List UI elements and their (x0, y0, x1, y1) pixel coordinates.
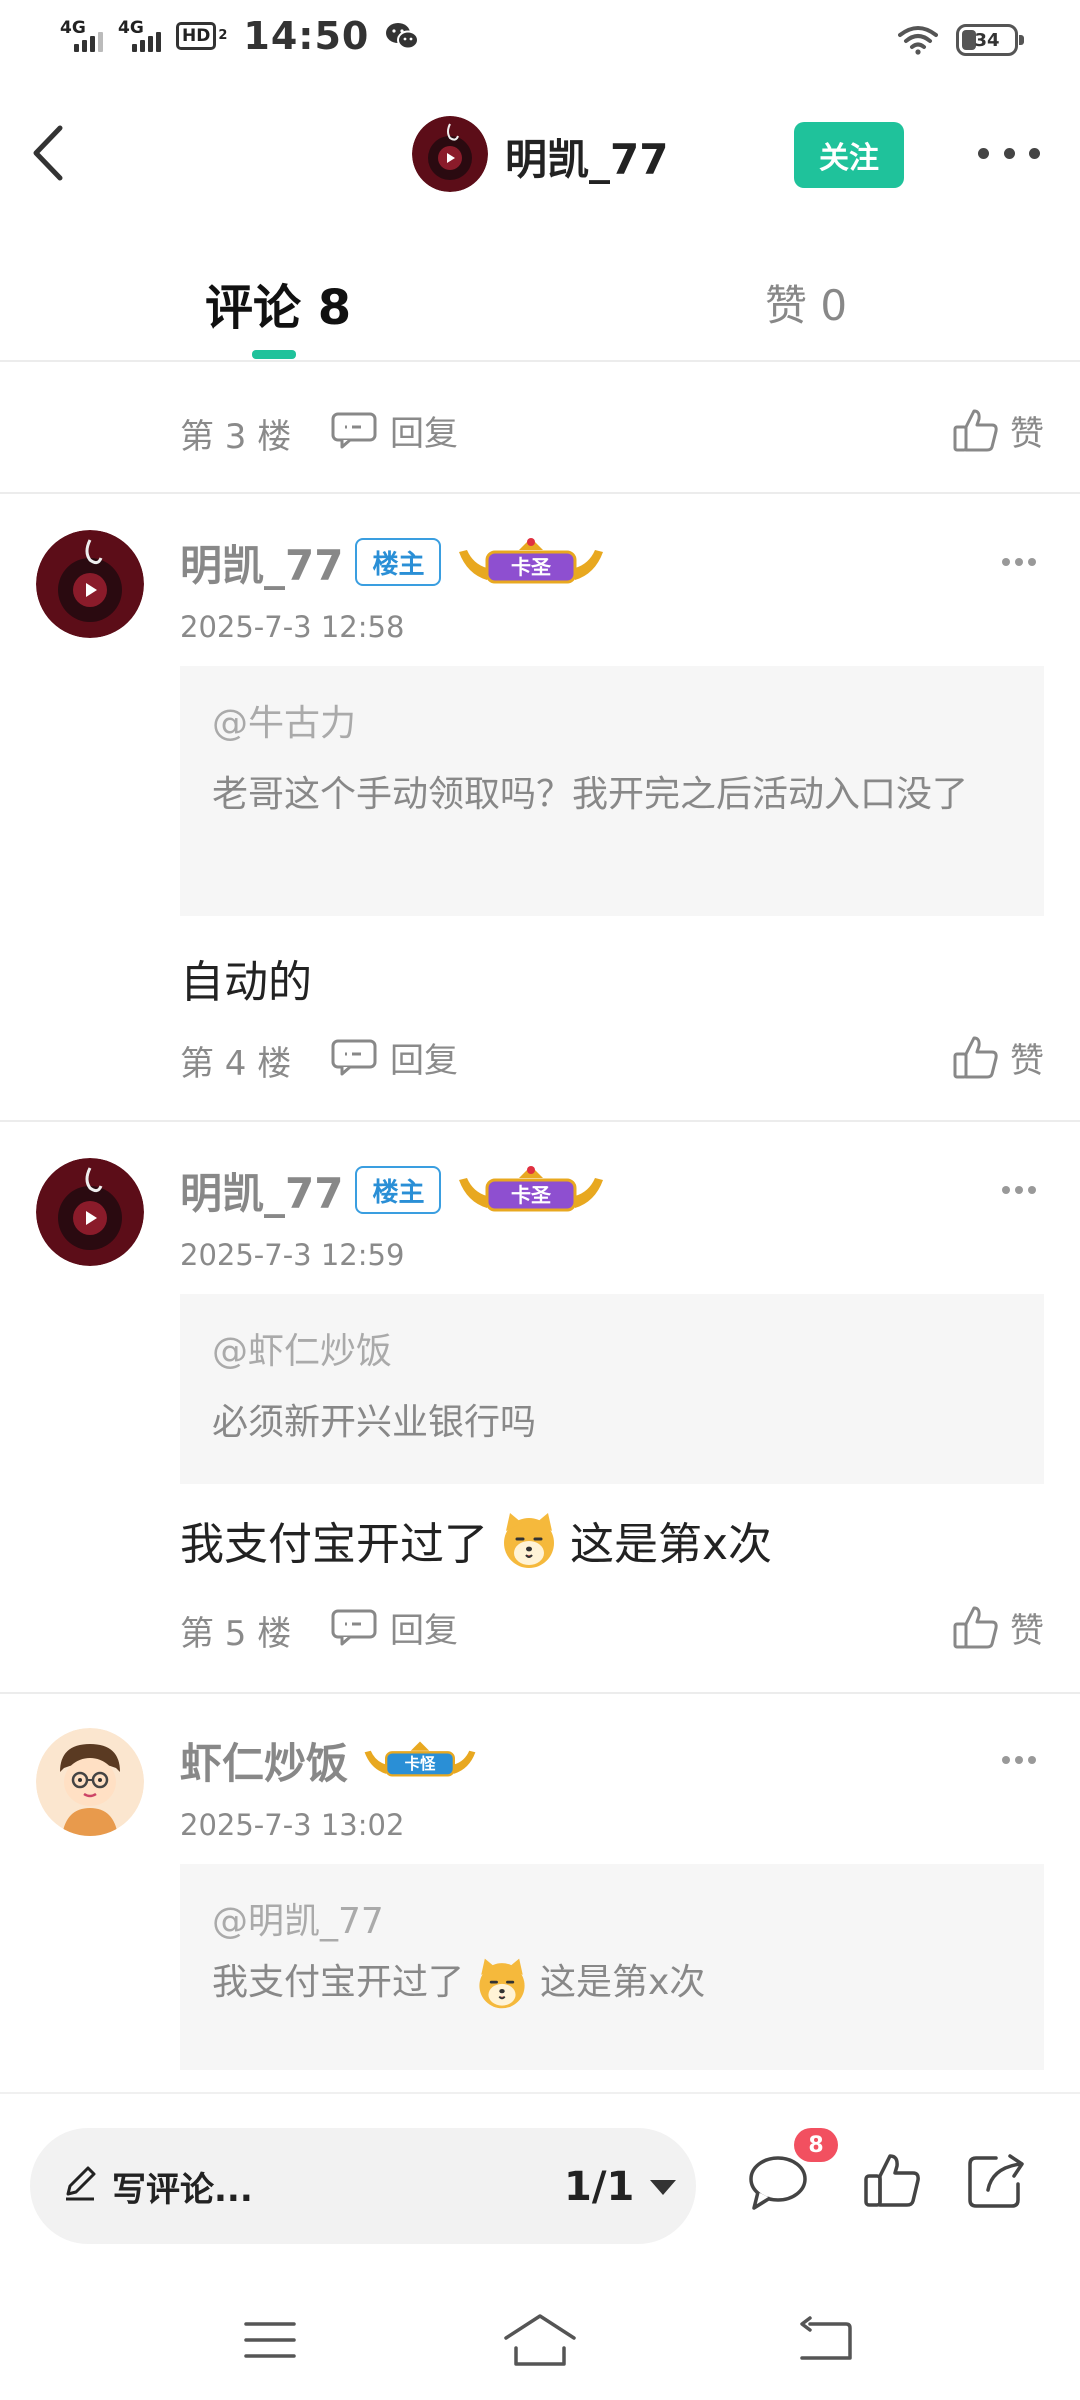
rank-badge: 卡怪 (364, 1741, 476, 1777)
tab-indicator (252, 350, 296, 359)
floor-number: 第 3 楼 (180, 417, 292, 457)
divider (0, 1120, 1080, 1122)
thumbs-up-icon[interactable] (862, 2150, 922, 2210)
comment-bubble-icon[interactable] (746, 2152, 810, 2212)
more-options-icon[interactable] (978, 138, 1040, 168)
avatar[interactable] (36, 530, 144, 638)
tab-bar: 评论 8 赞 0 (0, 228, 1080, 362)
quote-text: 必须新开兴业银行吗 (212, 1402, 537, 1443)
quoted-comment[interactable]: @牛古力 老哥这个手动领取吗？我开完之后活动入口没了 (180, 666, 1044, 916)
tab-comments[interactable]: 评论 8 (205, 268, 351, 338)
page-indicator[interactable]: 1/1 (564, 2164, 634, 2210)
compose-comment-input[interactable]: 写评论... 1/1 (30, 2128, 696, 2244)
hd-voice-icon: HD 2 (176, 22, 227, 50)
comment-text: 我支付宝开过了 这是第x次 (180, 1508, 772, 1572)
comment-feed[interactable]: 第 3 楼 回复 赞 明凯_77 楼主 卡圣 2025-7-3 12:58 @牛… (0, 362, 1080, 2092)
comment-item: 明凯_77 楼主 卡圣 2025-7-3 12:59 @虾仁炒饭 必须新开兴业银… (0, 1158, 1080, 1598)
svg-text:卡圣: 卡圣 (511, 555, 552, 579)
comment-time: 2025-7-3 12:59 (180, 1238, 405, 1272)
owner-badge: 楼主 (355, 1166, 442, 1214)
comment-text-part: 这是第x次 (570, 1519, 773, 1570)
quote-mention: @明凯_77 (212, 1901, 384, 1942)
comment-item: 虾仁炒饭 卡怪 2025-7-3 13:02 @明凯_77 我支付宝开过了 这是… (0, 1728, 1080, 2088)
like-button[interactable]: 赞 (952, 1602, 1044, 1652)
avatar[interactable] (36, 1728, 144, 1836)
rank-badge: 卡圣 (459, 1166, 604, 1212)
bottom-action-bar: 写评论... 1/1 8 (0, 2092, 1080, 2282)
avatar[interactable] (36, 1158, 144, 1266)
comment-more-icon[interactable] (1002, 1756, 1036, 1766)
wechat-icon (386, 23, 420, 50)
tab-likes[interactable]: 赞 0 (765, 272, 847, 333)
floor-number: 第 4 楼 (180, 1044, 292, 1084)
comment-actions-row: 第 4 楼 回复 赞 (0, 1032, 1080, 1084)
reply-bubble-icon (331, 1039, 377, 1076)
header-avatar[interactable] (412, 116, 488, 192)
quoted-comment[interactable]: @明凯_77 我支付宝开过了 这是第x次 (180, 1864, 1044, 2070)
owner-badge: 楼主 (355, 538, 442, 586)
chevron-down-icon[interactable] (650, 2180, 676, 2195)
comment-text-part: 我支付宝开过了 (180, 1519, 488, 1570)
reply-bubble-icon (331, 1609, 377, 1646)
comment-item: 明凯_77 楼主 卡圣 2025-7-3 12:58 @牛古力 老哥这个手动领取… (0, 530, 1080, 1008)
reply-button[interactable]: 回复 (330, 1602, 458, 1652)
wifi-icon (898, 26, 938, 55)
comment-actions-row: 第 5 楼 回复 赞 (0, 1602, 1080, 1654)
quote-mention: @虾仁炒饭 (212, 1331, 393, 1372)
thumbs-up-icon (953, 409, 998, 452)
svg-text:卡圣: 卡圣 (511, 1183, 552, 1207)
reply-bubble-icon (331, 412, 377, 449)
pencil-icon (66, 2166, 96, 2201)
divider (0, 492, 1080, 494)
comment-username[interactable]: 明凯_77 (180, 532, 343, 593)
share-icon[interactable] (966, 2150, 1028, 2210)
quote-text: 我支付宝开过了 这是第x次 (212, 1952, 1012, 2014)
thumbs-up-icon (953, 1036, 998, 1079)
comment-actions-row: 第 3 楼 回复 赞 (0, 405, 1080, 457)
quote-mention: @牛古力 (212, 703, 357, 744)
like-button[interactable]: 赞 (952, 405, 1044, 455)
floor-number: 第 5 楼 (180, 1614, 292, 1654)
header: 明凯_77 关注 (0, 84, 1080, 228)
compose-placeholder: 写评论... (112, 2170, 253, 2210)
battery-icon: 34 (956, 24, 1024, 56)
comment-more-icon[interactable] (1002, 1186, 1036, 1196)
comment-text: 自动的 (180, 957, 312, 1008)
comment-more-icon[interactable] (1002, 558, 1036, 568)
back-nav-icon[interactable] (796, 2316, 852, 2362)
system-nav-bar (0, 2282, 1080, 2400)
shiba-emoji-icon (504, 1513, 554, 1568)
svg-text:卡怪: 卡怪 (405, 1754, 436, 1773)
signal-icon: 4G (60, 16, 108, 56)
comment-username[interactable]: 虾仁炒饭 (180, 1730, 348, 1791)
signal-icon-2: 4G (118, 16, 166, 56)
comment-time: 2025-7-3 13:02 (180, 1808, 405, 1842)
status-bar: 4G 4G HD 2 14:50 34 (0, 0, 1080, 84)
home-icon[interactable] (502, 2312, 578, 2368)
follow-button[interactable]: 关注 (794, 122, 904, 188)
back-button[interactable] (22, 118, 82, 188)
quoted-comment[interactable]: @虾仁炒饭 必须新开兴业银行吗 (180, 1294, 1044, 1484)
menu-icon[interactable] (244, 2320, 296, 2360)
reply-button[interactable]: 回复 (330, 1032, 458, 1082)
like-button[interactable]: 赞 (952, 1032, 1044, 1082)
battery-level: 34 (974, 29, 1000, 51)
thumbs-up-icon (953, 1606, 998, 1649)
quote-text: 老哥这个手动领取吗？我开完之后活动入口没了 (212, 774, 969, 815)
comment-username[interactable]: 明凯_77 (180, 1160, 343, 1221)
comment-time: 2025-7-3 12:58 (180, 610, 405, 644)
clock: 14:50 (243, 14, 370, 58)
rank-badge: 卡圣 (459, 538, 604, 584)
shiba-emoji-icon (479, 1958, 525, 2009)
header-username[interactable]: 明凯_77 (505, 126, 668, 187)
divider (0, 1692, 1080, 1694)
reply-button[interactable]: 回复 (330, 405, 458, 455)
comment-count-badge: 8 (794, 2128, 838, 2162)
